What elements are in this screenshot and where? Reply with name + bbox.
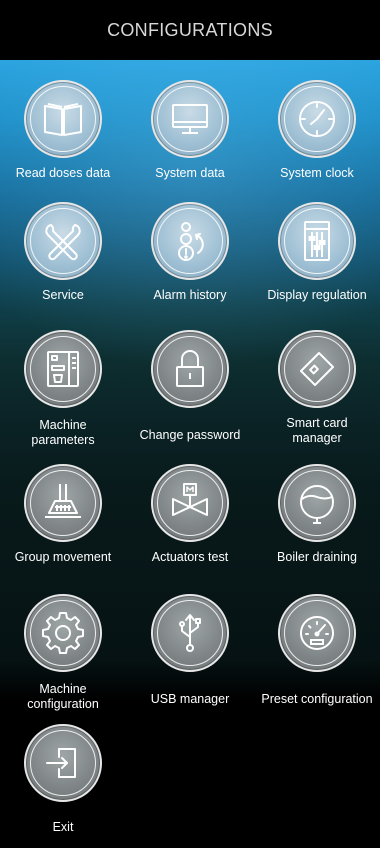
tile-read-doses-data[interactable]: Read doses data: [0, 80, 126, 190]
alarm-icon: [151, 202, 229, 280]
tile-label: Alarm history: [153, 288, 227, 302]
tile-label: Group movement: [14, 550, 112, 564]
header-bar: CONFIGURATIONS: [0, 0, 380, 60]
speedometer-icon: [278, 594, 356, 672]
tile-machine-parameters[interactable]: Machine parameters: [0, 330, 126, 455]
tile-preset-configuration[interactable]: Preset configuration: [254, 594, 380, 719]
usb-icon: [151, 594, 229, 672]
tile-label: Change password: [139, 428, 241, 442]
tile-label: Smart card manager: [286, 416, 348, 445]
smart-card-icon: [278, 330, 356, 408]
tile-label: Machine configuration: [27, 682, 99, 711]
valve-icon: [151, 464, 229, 542]
clock-icon: [278, 80, 356, 158]
tile-label: Preset configuration: [261, 692, 373, 706]
brew-group-icon: [24, 464, 102, 542]
tile-change-password[interactable]: Change password: [127, 330, 253, 455]
page-title: CONFIGURATIONS: [107, 19, 273, 40]
tile-smart-card-manager[interactable]: Smart card manager: [254, 330, 380, 455]
gear-icon: [24, 594, 102, 672]
exit-icon: [24, 724, 102, 802]
tile-group-movement[interactable]: Group movement: [0, 464, 126, 574]
tile-system-data[interactable]: System data: [127, 80, 253, 190]
tile-label: USB manager: [150, 692, 230, 706]
tile-actuators-test[interactable]: Actuators test: [127, 464, 253, 574]
tile-label: Actuators test: [151, 550, 229, 564]
tile-label: Machine parameters: [31, 418, 95, 447]
tile-service[interactable]: Service: [0, 202, 126, 312]
coffee-machine-icon: [24, 330, 102, 408]
tile-label: Display regulation: [267, 288, 367, 302]
monitor-icon: [151, 80, 229, 158]
configurations-screen: CONFIGURATIONS Read doses data System da…: [0, 0, 380, 848]
tile-system-clock[interactable]: System clock: [254, 80, 380, 190]
tile-label: Read doses data: [15, 166, 111, 180]
tile-label: Service: [42, 288, 84, 302]
tile-machine-configuration[interactable]: Machine configuration: [0, 594, 126, 719]
tile-usb-manager[interactable]: USB manager: [127, 594, 253, 719]
book-icon: [24, 80, 102, 158]
boiler-icon: [278, 464, 356, 542]
tile-alarm-history[interactable]: Alarm history: [127, 202, 253, 312]
tools-icon: [24, 202, 102, 280]
tile-boiler-draining[interactable]: Boiler draining: [254, 464, 380, 574]
tile-label: System data: [155, 166, 225, 180]
padlock-icon: [151, 330, 229, 408]
tile-label: System clock: [280, 166, 354, 180]
tile-display-regulation[interactable]: Display regulation: [254, 202, 380, 312]
configuration-grid: Read doses data System data System clock…: [0, 60, 380, 848]
tile-exit[interactable]: Exit: [0, 724, 126, 834]
tile-label: Exit: [52, 820, 74, 834]
sliders-icon: [278, 202, 356, 280]
tile-label: Boiler draining: [277, 550, 357, 564]
